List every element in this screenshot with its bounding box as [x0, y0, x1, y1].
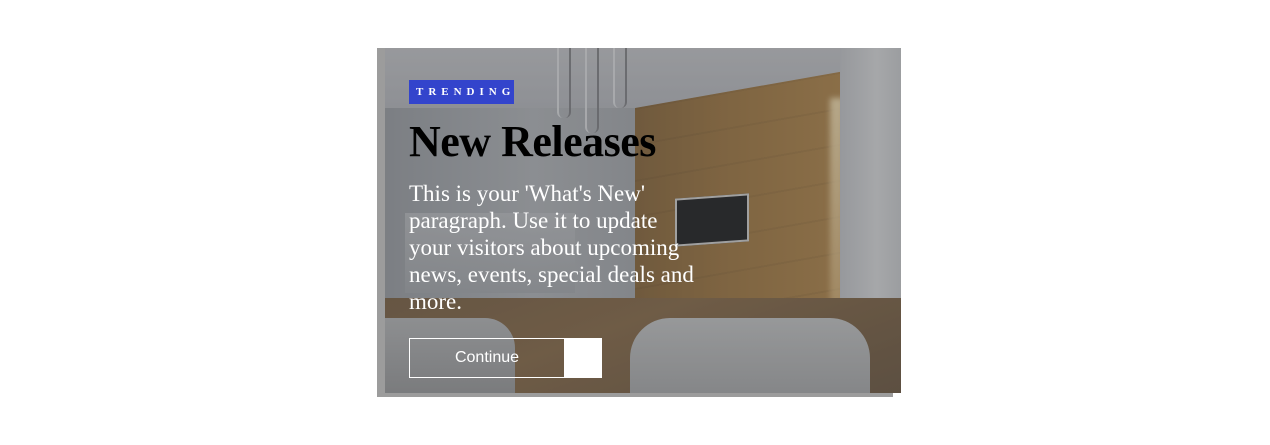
whats-new-card: TRENDING New Releases This is your 'What… — [385, 48, 901, 393]
card-paragraph: This is your 'What's New' paragraph. Use… — [409, 181, 694, 314]
card-actions: Continue — [409, 338, 602, 378]
continue-button-block[interactable] — [565, 338, 602, 378]
card-content: TRENDING New Releases This is your 'What… — [409, 80, 709, 315]
continue-button[interactable]: Continue — [409, 338, 565, 378]
card-title: New Releases — [409, 117, 656, 166]
trending-badge: TRENDING — [409, 80, 514, 104]
